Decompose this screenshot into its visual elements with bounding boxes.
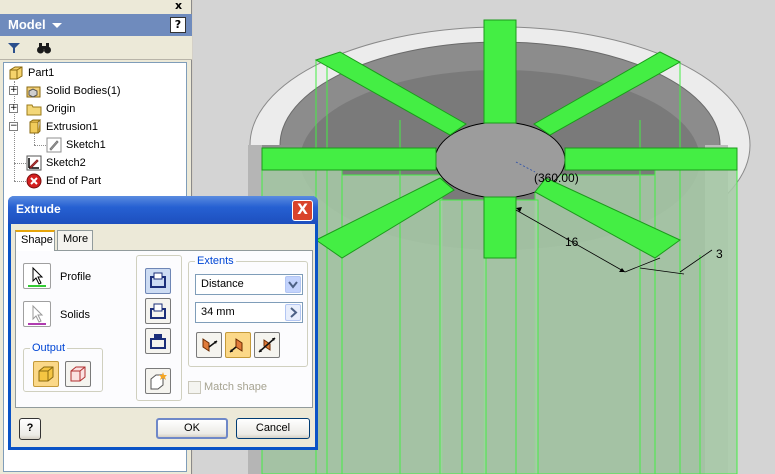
arrow-cursor-icon <box>28 304 46 325</box>
cancel-button[interactable]: Cancel <box>236 418 310 439</box>
distance-value: 34 mm <box>201 306 235 318</box>
match-shape-checkbox[interactable] <box>188 381 201 394</box>
extrusion-icon <box>26 119 42 135</box>
browser-header: Model ? <box>0 14 192 36</box>
tree-item-label: Sketch1 <box>66 139 106 151</box>
solids-select-button[interactable] <box>23 301 51 327</box>
intersect-icon <box>150 334 166 349</box>
collapse-extrusion1[interactable]: − <box>9 122 18 131</box>
output-label: Output <box>30 342 68 354</box>
help-button[interactable]: ? <box>19 418 41 440</box>
browser-title[interactable]: Model <box>8 17 46 32</box>
expand-solid-bodies[interactable]: + <box>9 86 18 95</box>
extents-group: Extents Distance 34 mm <box>188 255 308 367</box>
operation-group <box>136 255 182 401</box>
extents-dropdown[interactable]: Distance <box>195 274 303 295</box>
new-solid-button[interactable] <box>145 368 171 394</box>
browser-toolbar <box>0 36 192 60</box>
direction-2-button[interactable] <box>225 332 251 358</box>
arrow-cursor-icon <box>28 266 46 287</box>
solids-label: Solids <box>60 309 90 321</box>
output-surface-button[interactable] <box>65 361 91 387</box>
new-solid-icon <box>150 372 167 390</box>
tree-item-label: Sketch2 <box>46 157 86 169</box>
tab-shape[interactable]: Shape <box>15 230 55 251</box>
width-dimension[interactable]: 3 <box>716 247 723 261</box>
expand-origin[interactable]: + <box>9 104 18 113</box>
close-browser-button[interactable]: x <box>175 0 185 11</box>
direction-2-icon <box>229 338 243 353</box>
tab-more[interactable]: More <box>57 230 93 250</box>
chevron-down-icon[interactable] <box>52 23 62 28</box>
cut-button[interactable] <box>145 298 171 324</box>
extents-value: Distance <box>201 278 244 290</box>
dialog-close-button[interactable]: X <box>292 200 313 221</box>
dialog-title: Extrude <box>16 202 61 216</box>
profile-label: Profile <box>60 271 92 283</box>
length-dimension[interactable]: 16 <box>565 235 579 249</box>
tree-item-label: Solid Bodies(1) <box>46 85 121 97</box>
binoculars-icon[interactable] <box>36 40 52 56</box>
symmetric-icon <box>258 337 276 353</box>
join-button[interactable] <box>145 268 171 294</box>
distance-input[interactable]: 34 mm <box>195 302 303 323</box>
end-of-part-icon <box>26 173 42 189</box>
match-shape-label: Match shape <box>204 381 267 393</box>
folder-icon <box>26 101 42 117</box>
tree-item-label: End of Part <box>46 175 102 187</box>
direction-1-icon <box>202 338 218 352</box>
sketch-icon <box>46 137 62 153</box>
extrude-dialog: Extrude X Shape More Profile Solids Outp… <box>8 196 318 450</box>
direction-1-button[interactable] <box>196 332 222 358</box>
output-solid-button[interactable] <box>33 361 59 387</box>
intersect-button[interactable] <box>145 328 171 354</box>
filter-icon[interactable] <box>6 40 22 56</box>
solid-bodies-icon <box>26 83 42 99</box>
ok-button[interactable]: OK <box>156 418 228 439</box>
browser-help-button[interactable]: ? <box>170 17 186 33</box>
dialog-titlebar[interactable]: Extrude X <box>8 196 318 224</box>
solid-icon <box>38 366 54 382</box>
profile-select-button[interactable] <box>23 263 51 289</box>
output-group: Output <box>23 342 103 392</box>
shape-tab-panel: Profile Solids Output Extents Distance 3… <box>15 250 313 408</box>
cut-icon <box>150 303 166 319</box>
angle-dimension[interactable]: (360.00) <box>534 171 579 185</box>
tree-item-label: Extrusion1 <box>46 121 98 133</box>
sketch-icon <box>26 155 42 171</box>
chevron-down-icon[interactable] <box>285 276 301 293</box>
chevron-right-icon[interactable] <box>285 304 301 321</box>
symmetric-button[interactable] <box>254 332 280 358</box>
part-icon <box>8 65 24 81</box>
tree-item-label: Part1 <box>28 67 55 79</box>
tree-item-label: Origin <box>46 103 76 115</box>
extents-label: Extents <box>195 255 236 267</box>
join-icon <box>150 272 166 288</box>
surface-icon <box>70 366 86 382</box>
